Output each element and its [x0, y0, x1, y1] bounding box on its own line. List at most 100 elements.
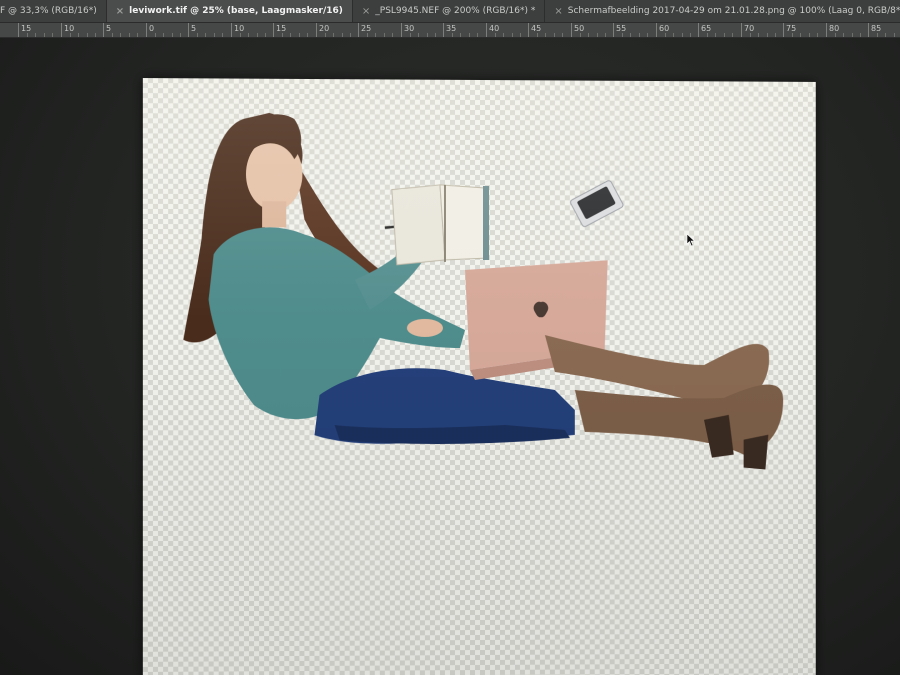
ruler-minor-tick [647, 33, 648, 37]
tab-document-leviwork[interactable]: × leviwork.tif @ 25% (base, Laagmasker/1… [107, 0, 353, 22]
ruler-label: 40 [489, 24, 499, 33]
close-icon[interactable]: × [554, 6, 562, 17]
ruler-label: 70 [744, 24, 754, 33]
tab-label: F @ 33,3% (RGB/16*) [0, 6, 97, 16]
ruler-tick [61, 23, 63, 37]
ruler-minor-tick [665, 33, 666, 37]
ruler-minor-tick [707, 33, 708, 37]
ruler-minor-tick [350, 33, 351, 37]
ruler-minor-tick [265, 33, 266, 37]
ruler-tick [443, 23, 445, 37]
ruler-minor-tick [120, 33, 121, 37]
ruler-minor-tick [392, 33, 393, 37]
ruler-minor-tick [588, 33, 589, 37]
ruler-minor-tick [495, 33, 496, 37]
ruler-minor-tick [435, 33, 436, 37]
ruler-minor-tick [410, 33, 411, 37]
ruler-minor-tick [597, 33, 598, 37]
tab-document-schermafbeelding[interactable]: × Schermafbeelding 2017-04-29 om 21.01.2… [545, 0, 900, 22]
ruler-minor-tick [35, 33, 36, 37]
ruler-minor-tick [129, 33, 130, 37]
ruler-minor-tick [452, 33, 453, 37]
ruler-minor-tick [163, 33, 164, 37]
ruler-minor-tick [503, 33, 504, 37]
ruler-label: 50 [574, 24, 584, 33]
ruler-minor-tick [52, 33, 53, 37]
ruler-label: 0 [149, 24, 154, 33]
ruler-minor-tick [817, 33, 818, 37]
ruler-minor-tick [418, 33, 419, 37]
ruler-minor-tick [809, 33, 810, 37]
ruler-minor-tick [520, 33, 521, 37]
ruler-label: 55 [616, 24, 626, 33]
ruler-label: 80 [829, 24, 839, 33]
ruler-minor-tick [512, 33, 513, 37]
ruler-label: 10 [234, 24, 244, 33]
ruler-label: 65 [701, 24, 711, 33]
ruler-tick [146, 23, 148, 37]
ruler-label: 20 [319, 24, 329, 33]
ruler-tick [18, 23, 20, 37]
ruler-tick [868, 23, 870, 37]
ruler-minor-tick [87, 33, 88, 37]
ruler-minor-tick [885, 33, 886, 37]
ruler-label: 45 [531, 24, 541, 33]
ruler-minor-tick [95, 33, 96, 37]
ruler-minor-tick [758, 33, 759, 37]
ruler-minor-tick [554, 33, 555, 37]
document-canvas[interactable] [143, 78, 816, 675]
ruler-tick [698, 23, 700, 37]
ruler-tick [571, 23, 573, 37]
ruler-label: 5 [191, 24, 196, 33]
ruler-tick [783, 23, 785, 37]
ruler-minor-tick [257, 33, 258, 37]
ruler-minor-tick [469, 33, 470, 37]
ruler-minor-tick [690, 33, 691, 37]
tab-document-psl9945[interactable]: × _PSL9945.NEF @ 200% (RGB/16*) * [353, 0, 546, 22]
ruler-tick [741, 23, 743, 37]
ruler-label: 35 [446, 24, 456, 33]
ruler-minor-tick [214, 33, 215, 37]
ruler-minor-tick [248, 33, 249, 37]
ruler-minor-tick [137, 33, 138, 37]
ruler-tick [103, 23, 105, 37]
ruler-minor-tick [460, 33, 461, 37]
ruler-minor-tick [537, 33, 538, 37]
ruler-minor-tick [860, 33, 861, 37]
horizontal-ruler[interactable]: 15 10 5 0 5 10 15 20 25 30 35 40 45 50 55 60 65 70 75 80 85 [0, 23, 900, 38]
tab-label: Schermafbeelding 2017-04-29 om 21.01.28.… [568, 6, 900, 16]
ruler-tick [528, 23, 530, 37]
ruler-minor-tick [639, 33, 640, 37]
ruler-minor-tick [180, 33, 181, 37]
ruler-tick [656, 23, 658, 37]
ruler-minor-tick [715, 33, 716, 37]
ruler-minor-tick [290, 33, 291, 37]
ruler-minor-tick [197, 33, 198, 37]
ruler-label: 5 [106, 24, 111, 33]
ruler-minor-tick [205, 33, 206, 37]
ruler-minor-tick [27, 33, 28, 37]
ruler-minor-tick [792, 33, 793, 37]
ruler-label: 85 [871, 24, 881, 33]
ruler-label: 15 [276, 24, 286, 33]
ruler-minor-tick [70, 33, 71, 37]
ruler-minor-tick [333, 33, 334, 37]
ruler-minor-tick [622, 33, 623, 37]
ruler-minor-tick [724, 33, 725, 37]
ruler-minor-tick [732, 33, 733, 37]
ruler-minor-tick [775, 33, 776, 37]
ruler-tick [826, 23, 828, 37]
ruler-minor-tick [767, 33, 768, 37]
tab-label: leviwork.tif @ 25% (base, Laagmasker/16) [129, 6, 343, 16]
ruler-minor-tick [580, 33, 581, 37]
ruler-minor-tick [477, 33, 478, 37]
ruler-minor-tick [299, 33, 300, 37]
ruler-tick [273, 23, 275, 37]
ruler-label: 10 [64, 24, 74, 33]
close-icon[interactable]: × [116, 6, 124, 17]
ruler-minor-tick [325, 33, 326, 37]
tab-document-1[interactable]: F @ 33,3% (RGB/16*) [0, 0, 107, 22]
close-icon[interactable]: × [362, 6, 370, 17]
ruler-minor-tick [282, 33, 283, 37]
ruler-tick [613, 23, 615, 37]
